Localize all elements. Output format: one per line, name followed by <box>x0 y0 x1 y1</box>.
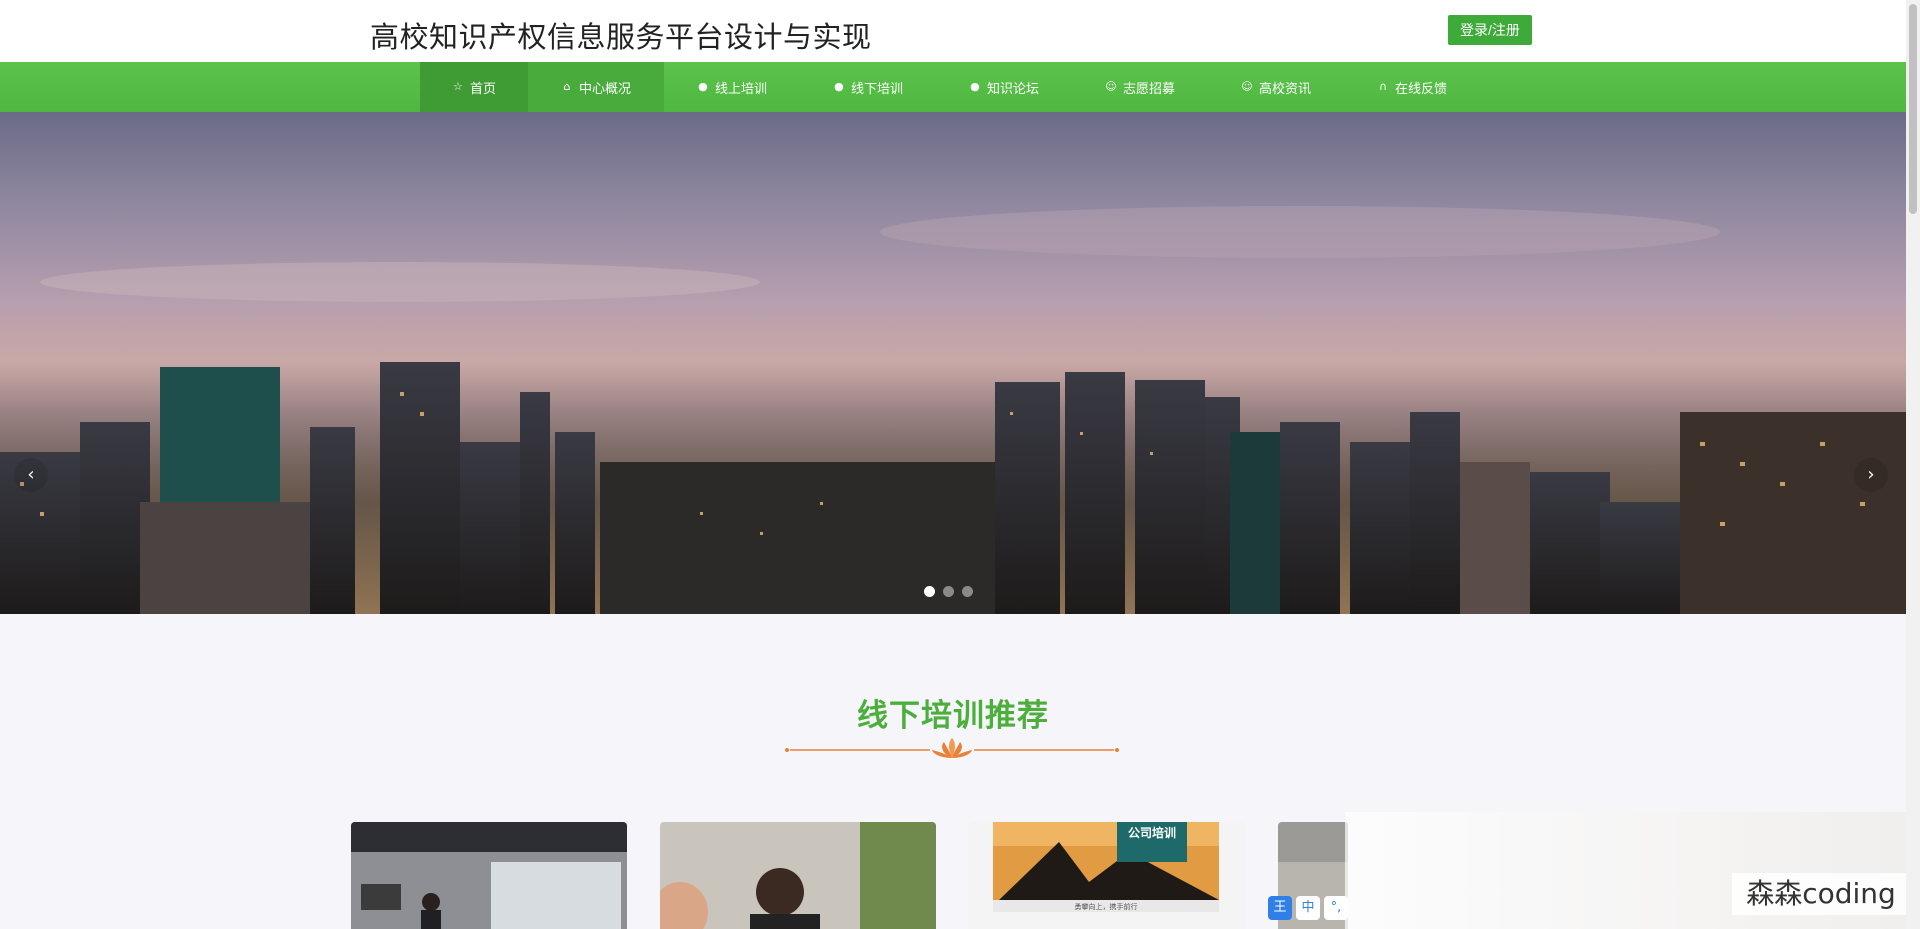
carousel-indicators <box>924 586 973 597</box>
top-header: 高校知识产权信息服务平台设计与实现 登录/注册 <box>0 0 1906 62</box>
site-title: 高校知识产权信息服务平台设计与实现 <box>370 20 872 54</box>
nav-list: ☆ 首页 ⌂ 中心概况 ● 线上培训 ● 线下培训 ● 知识论坛 ☺ 志愿招募 <box>420 62 1480 112</box>
training-card[interactable]: 公司培训 勇攀向上，携手前行 <box>969 822 1245 929</box>
nav-item-overview[interactable]: ⌂ 中心概况 <box>528 62 664 112</box>
ime-logo-icon: 王 <box>1268 896 1292 920</box>
info-icon: ● <box>698 80 708 93</box>
city-skyline-image <box>0 206 1906 614</box>
watermark: 森森coding <box>1732 873 1910 915</box>
nav-item-label: 首页 <box>469 81 496 97</box>
nav-item-feedback[interactable]: ∩ 在线反馈 <box>1344 62 1480 112</box>
page: { "header": { "site_title": "高校知识产权信息服务平… <box>0 0 1920 929</box>
smile-icon: ☺ <box>1105 80 1117 93</box>
lotus-divider-icon <box>785 738 1119 758</box>
card-photo <box>660 822 936 929</box>
nav-item-volunteer[interactable]: ☺ 志愿招募 <box>1072 62 1208 112</box>
nav-item-label: 线上培训 <box>714 81 767 97</box>
nav-item-label: 中心概况 <box>578 81 631 97</box>
ime-toolbar[interactable]: 王 中 °, <box>1268 895 1348 921</box>
nav-item-label: 线下培训 <box>850 81 903 97</box>
ime-punctuation[interactable]: °, <box>1324 896 1348 920</box>
scroll-thumb[interactable] <box>1909 4 1917 214</box>
nav-item-news[interactable]: ☺ 高校资讯 <box>1208 62 1344 112</box>
hero-carousel: ‹ › <box>0 112 1906 614</box>
info-icon: ● <box>834 80 844 93</box>
card-subcaption: 勇攀向上，携手前行 <box>1074 903 1138 911</box>
headset-icon: ∩ <box>1378 80 1388 93</box>
ime-language[interactable]: 中 <box>1296 896 1320 920</box>
carousel-next-button[interactable]: › <box>1854 458 1888 492</box>
training-card[interactable] <box>351 822 627 929</box>
card-caption: 公司培训 <box>1127 826 1176 840</box>
training-card[interactable] <box>660 822 936 929</box>
training-cards: 公司培训 勇攀向上，携手前行 <box>351 822 1348 929</box>
nav-item-home[interactable]: ☆ 首页 <box>420 62 528 112</box>
info-icon: ● <box>970 80 980 93</box>
carousel-dot[interactable] <box>962 586 973 597</box>
nav-item-forum[interactable]: ● 知识论坛 <box>936 62 1072 112</box>
nav-item-label: 志愿招募 <box>1122 81 1175 97</box>
nav-item-label: 高校资讯 <box>1258 81 1311 97</box>
page-scrollbar[interactable] <box>1906 0 1920 929</box>
home-icon: ⌂ <box>563 80 571 93</box>
carousel-dot[interactable] <box>943 586 954 597</box>
smile-icon: ☺ <box>1241 80 1253 93</box>
star-icon: ☆ <box>453 80 463 93</box>
carousel-prev-button[interactable]: ‹ <box>14 458 48 492</box>
card-photo <box>351 822 627 929</box>
nav-item-label: 在线反馈 <box>1394 81 1447 97</box>
main-nav: ☆ 首页 ⌂ 中心概况 ● 线上培训 ● 线下培训 ● 知识论坛 ☺ 志愿招募 <box>0 62 1906 112</box>
nav-item-online-training[interactable]: ● 线上培训 <box>664 62 800 112</box>
carousel-dot[interactable] <box>924 586 935 597</box>
nav-item-label: 知识论坛 <box>986 81 1039 97</box>
nav-item-offline-training[interactable]: ● 线下培训 <box>800 62 936 112</box>
card-photo <box>969 822 1245 929</box>
login-register-button[interactable]: 登录/注册 <box>1448 15 1532 45</box>
section-title: 线下培训推荐 <box>857 698 1049 734</box>
